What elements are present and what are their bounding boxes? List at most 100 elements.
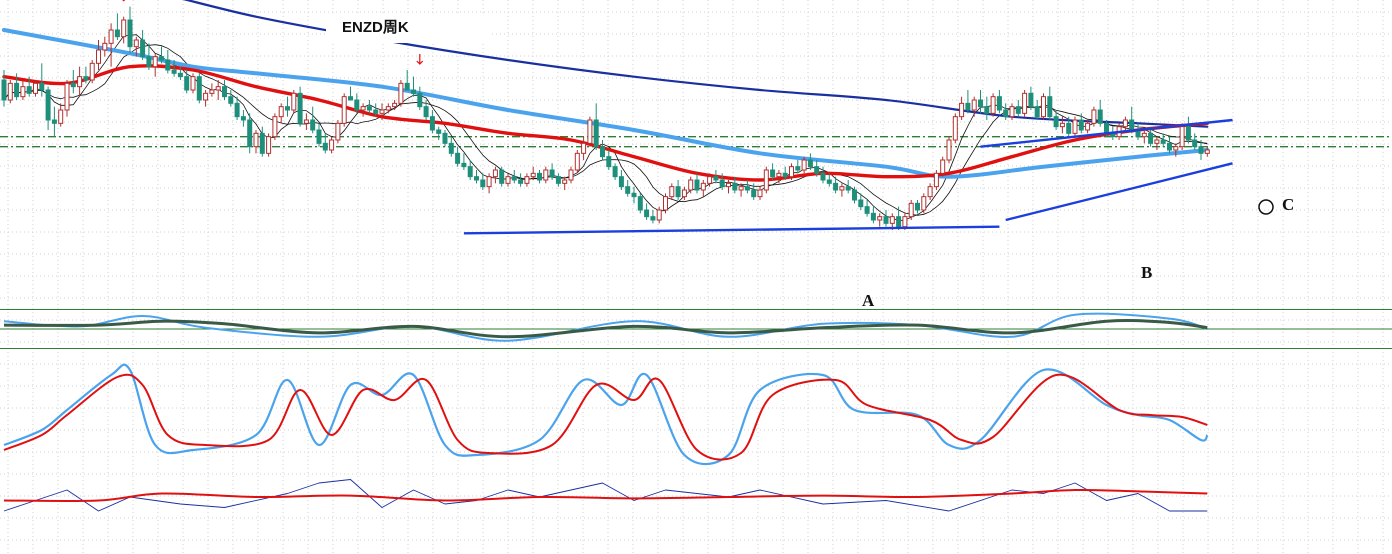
candle-body [650,216,656,221]
candlestick [663,193,668,214]
candle-body [1041,96,1046,118]
candle-body [782,172,788,178]
candle-body [543,169,549,181]
candle-body [1053,116,1059,128]
candle-body [253,132,259,148]
candle-body [152,56,158,68]
candlestick [555,173,561,187]
candlestick [593,103,599,150]
candle-body [864,206,870,214]
candle-body [51,119,57,124]
candlestick [152,53,158,77]
candlestick [1135,123,1141,140]
candle-body [518,179,524,184]
stochastic-panel [3,363,1209,466]
oscillator-panel [0,309,1392,349]
candle-body [795,166,801,171]
candlestick [505,173,511,187]
candlestick [1022,90,1028,117]
candlestick [921,193,927,214]
candle-body [965,102,971,111]
candle-body [776,172,782,178]
candle-body [505,176,511,184]
candle-body [26,86,32,94]
candlestick [1185,116,1191,144]
candle-body [732,182,738,191]
candle-body [568,169,574,181]
candlestick [1003,103,1009,120]
candlestick [184,70,190,94]
candle-body [656,209,662,221]
candlestick [190,73,196,94]
candle-body [322,142,328,151]
candle-body [165,59,171,71]
candle-body [423,106,429,118]
candlestick [45,86,51,130]
candle-body [713,176,719,181]
chart-title: ENZD周K [326,13,492,43]
candlestick [310,106,316,134]
candle-body [852,189,857,201]
candle-body [404,82,410,91]
candle-body [744,186,750,191]
candle-body [1034,106,1040,118]
candlestick [7,80,13,104]
candlestick [203,90,209,107]
candle-body [133,39,139,48]
candle-body [1122,119,1128,128]
candlestick [744,180,750,194]
indicator-series-line [3,479,1208,512]
candle-body [83,76,89,81]
candle-body [70,82,76,88]
candle-body [341,96,347,124]
label-c: C [1282,195,1294,214]
candle-body [247,119,253,148]
candlestick [940,156,946,177]
candlestick [883,210,889,227]
stock-chart: A B C [0,0,1392,554]
candle-body [228,96,234,104]
candle-body [1185,126,1191,141]
candlestick [455,146,461,167]
candlestick [215,80,221,100]
candle-body [379,109,385,114]
candle-body [1028,92,1034,108]
candle-body [7,82,13,101]
moving-average-thin [3,34,1208,222]
candle-body [429,116,435,131]
candle-body [984,106,990,114]
candle-body [486,176,492,188]
candle-body [726,182,731,188]
annotation-labels: A B C [862,195,1294,310]
candle-body [637,196,643,211]
candlestick [366,100,372,114]
candle-body [707,176,713,184]
candlestick [524,173,530,187]
candle-body [1047,96,1053,118]
candlestick [303,113,309,130]
candle-body [102,42,108,51]
candle-body [146,56,152,68]
candlestick [587,116,593,147]
candlestick [1192,133,1198,150]
candle-body [398,82,404,104]
candlestick [870,206,876,224]
candle-body [474,176,479,181]
candle-body [562,179,568,184]
candle-body [593,119,599,148]
candle-body [971,99,977,111]
candlestick [700,180,706,197]
candle-body [927,186,933,198]
candlestick [499,166,505,187]
candle-body [297,92,303,124]
candle-body [177,72,183,78]
candle-body [190,76,196,91]
candle-body [127,19,133,48]
candle-body [209,89,215,94]
candlestick [915,200,920,214]
candle-body [348,96,353,101]
candlestick [637,193,643,214]
candle-body [184,76,190,91]
candlestick [51,106,57,137]
candlestick [574,150,580,174]
